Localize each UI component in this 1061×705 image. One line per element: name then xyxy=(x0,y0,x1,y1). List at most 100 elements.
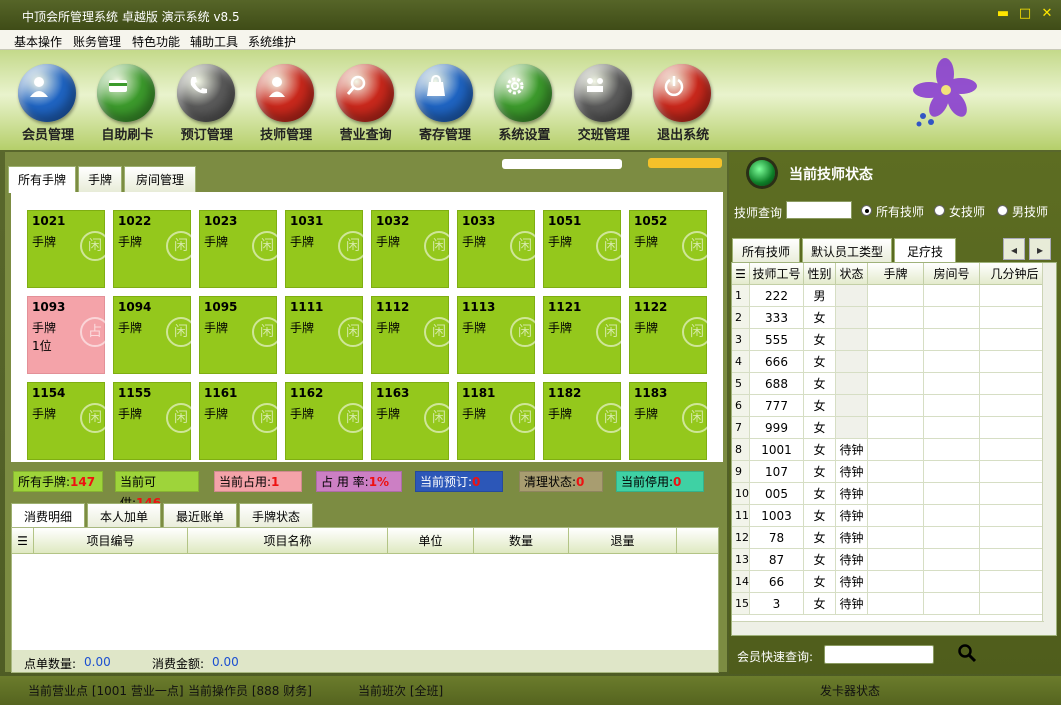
hand-card[interactable]: 1031 手牌 闲 xyxy=(285,210,368,288)
hand-card[interactable]: 1052 手牌 闲 xyxy=(629,210,712,288)
technician-cell[interactable] xyxy=(980,351,1050,373)
technician-cell[interactable]: 待钟 xyxy=(836,505,868,527)
toolbar-bag-button[interactable]: 寄存管理 xyxy=(407,64,483,148)
tab-next-button[interactable]: ▸ xyxy=(1029,238,1051,260)
close-button[interactable]: ✕ xyxy=(1038,5,1056,23)
hand-card[interactable]: 1095 手牌 闲 xyxy=(199,296,282,374)
technician-cell[interactable] xyxy=(980,549,1050,571)
hand-card[interactable]: 1121 手牌 闲 xyxy=(543,296,626,374)
technician-cell[interactable] xyxy=(924,439,980,461)
bottom-tab-3[interactable]: 手牌状态 xyxy=(239,503,313,529)
hand-card[interactable]: 1161 手牌 闲 xyxy=(199,382,282,460)
top-search-box[interactable] xyxy=(502,159,622,169)
toolbar-handover-button[interactable]: 交班管理 xyxy=(566,64,642,148)
technician-cell[interactable] xyxy=(980,285,1050,307)
technician-cell[interactable]: 女 xyxy=(804,549,836,571)
technician-tab-2[interactable]: 足疗技师 xyxy=(894,238,956,285)
technician-cell[interactable]: 1003 xyxy=(750,505,804,527)
technician-cell[interactable] xyxy=(980,417,1050,439)
technician-cell[interactable] xyxy=(868,329,924,351)
radio-2[interactable] xyxy=(997,205,1008,216)
technician-cell[interactable]: 待钟 xyxy=(836,527,868,549)
technician-cell[interactable] xyxy=(924,285,980,307)
technician-cell[interactable] xyxy=(980,329,1050,351)
technician-cell[interactable]: 005 xyxy=(750,483,804,505)
technician-cell[interactable] xyxy=(868,439,924,461)
technician-cell[interactable] xyxy=(868,505,924,527)
technician-cell[interactable] xyxy=(980,373,1050,395)
hand-card[interactable]: 1093 手牌 1位 占 xyxy=(27,296,110,374)
hand-card[interactable]: 1022 手牌 闲 xyxy=(113,210,196,288)
technician-cell[interactable]: 女 xyxy=(804,527,836,549)
minimize-button[interactable]: ▬ xyxy=(994,5,1012,23)
vertical-scrollbar[interactable] xyxy=(1042,263,1056,635)
technician-cell[interactable]: 待钟 xyxy=(836,571,868,593)
technician-cell[interactable]: 女 xyxy=(804,571,836,593)
technician-cell[interactable]: 女 xyxy=(804,351,836,373)
horizontal-scrollbar[interactable] xyxy=(732,621,1044,635)
toolbar-search-button[interactable]: 营业查询 xyxy=(328,64,404,148)
technician-cell[interactable] xyxy=(868,351,924,373)
technician-cell[interactable] xyxy=(924,461,980,483)
hand-card[interactable]: 1183 手牌 闲 xyxy=(629,382,712,460)
technician-cell[interactable] xyxy=(980,307,1050,329)
technician-tab-0[interactable]: 所有技师 xyxy=(732,238,800,264)
toolbar-technician-button[interactable]: 技师管理 xyxy=(248,64,324,148)
technician-cell[interactable]: 1001 xyxy=(750,439,804,461)
technician-cell[interactable] xyxy=(868,549,924,571)
technician-cell[interactable] xyxy=(924,329,980,351)
technician-cell[interactable]: 222 xyxy=(750,285,804,307)
maximize-button[interactable]: □ xyxy=(1016,5,1034,23)
technician-cell[interactable] xyxy=(868,593,924,615)
hand-card[interactable]: 1021 手牌 闲 xyxy=(27,210,110,288)
technician-cell[interactable] xyxy=(868,571,924,593)
technician-cell[interactable] xyxy=(924,549,980,571)
left-tab-1[interactable]: 手牌 xyxy=(78,166,122,192)
left-tab-2[interactable]: 房间管理 xyxy=(124,166,196,192)
technician-cell[interactable]: 87 xyxy=(750,549,804,571)
technician-cell[interactable] xyxy=(924,351,980,373)
technician-cell[interactable] xyxy=(836,285,868,307)
technician-cell[interactable]: 待钟 xyxy=(836,483,868,505)
technician-cell[interactable] xyxy=(836,373,868,395)
technician-cell[interactable] xyxy=(868,527,924,549)
menu-tools[interactable]: 辅助工具 xyxy=(190,33,238,50)
technician-cell[interactable] xyxy=(924,483,980,505)
technician-cell[interactable] xyxy=(924,307,980,329)
technician-cell[interactable]: 女 xyxy=(804,461,836,483)
toolbar-power-button[interactable]: 退出系统 xyxy=(645,64,721,148)
top-yellow-button[interactable] xyxy=(648,158,722,168)
menu-maintenance[interactable]: 系统维护 xyxy=(248,33,296,50)
technician-cell[interactable] xyxy=(868,307,924,329)
hand-card[interactable]: 1155 手牌 闲 xyxy=(113,382,196,460)
technician-cell[interactable]: 688 xyxy=(750,373,804,395)
toolbar-card-button[interactable]: 自助刷卡 xyxy=(89,64,165,148)
technician-tab-1[interactable]: 默认员工类型 xyxy=(802,238,892,264)
hand-card[interactable]: 1163 手牌 闲 xyxy=(371,382,454,460)
technician-cell[interactable]: 78 xyxy=(750,527,804,549)
technician-cell[interactable] xyxy=(924,571,980,593)
radio-0[interactable] xyxy=(861,205,872,216)
hand-card[interactable]: 1112 手牌 闲 xyxy=(371,296,454,374)
technician-cell[interactable] xyxy=(868,483,924,505)
technician-cell[interactable] xyxy=(980,461,1050,483)
technician-cell[interactable] xyxy=(868,373,924,395)
technician-cell[interactable] xyxy=(980,593,1050,615)
technician-cell[interactable]: 女 xyxy=(804,307,836,329)
technician-cell[interactable] xyxy=(836,417,868,439)
technician-cell[interactable]: 3 xyxy=(750,593,804,615)
tab-prev-button[interactable]: ◂ xyxy=(1003,238,1025,260)
technician-cell[interactable] xyxy=(924,373,980,395)
technician-cell[interactable] xyxy=(924,395,980,417)
technician-cell[interactable]: 男 xyxy=(804,285,836,307)
hand-card[interactable]: 1122 手牌 闲 xyxy=(629,296,712,374)
hand-card[interactable]: 1023 手牌 闲 xyxy=(199,210,282,288)
toolbar-phone-button[interactable]: 预订管理 xyxy=(169,64,245,148)
technician-cell[interactable] xyxy=(836,395,868,417)
hand-card[interactable]: 1162 手牌 闲 xyxy=(285,382,368,460)
technician-cell[interactable] xyxy=(980,505,1050,527)
technician-cell[interactable]: 666 xyxy=(750,351,804,373)
technician-cell[interactable] xyxy=(836,351,868,373)
technician-cell[interactable]: 555 xyxy=(750,329,804,351)
menu-accounts[interactable]: 账务管理 xyxy=(73,33,121,50)
